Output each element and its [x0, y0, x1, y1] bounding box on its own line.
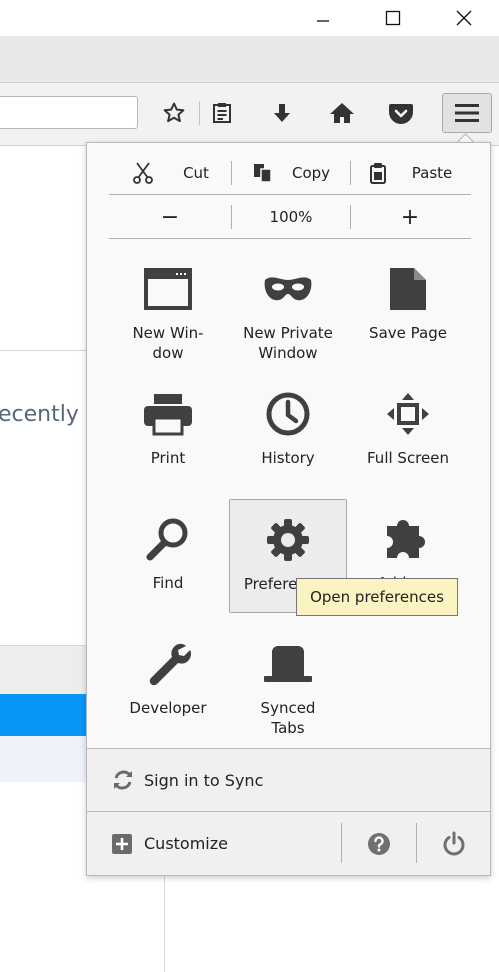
help-button[interactable] [342, 812, 416, 875]
sync-icon [114, 770, 132, 790]
power-icon [443, 831, 464, 855]
puzzle-icon [387, 520, 425, 558]
fullscreen-icon [387, 393, 429, 435]
synced-tabs-label-line2: Tabs [271, 719, 305, 737]
main-menu-panel: Cut Copy Paste − 100% + New Win- dow New… [86, 142, 491, 876]
zoom-in-button[interactable]: + [351, 205, 469, 230]
edit-controls: Cut Copy Paste [109, 155, 471, 191]
zoom-out-label: − [160, 204, 180, 230]
cut-label: Cut [183, 164, 209, 182]
synced-tabs-icon [264, 646, 312, 682]
reading-list-button[interactable] [207, 98, 237, 128]
find-button[interactable]: Find [109, 507, 227, 619]
gear-icon [267, 519, 309, 561]
zoom-controls: − 100% + [109, 199, 471, 235]
print-label: Print [150, 449, 186, 467]
star-icon [163, 102, 185, 123]
full-screen-button[interactable]: Full Screen [349, 382, 467, 494]
new-private-window-label: New Private [243, 324, 333, 342]
customize-plus-icon [112, 833, 132, 854]
paste-label: Paste [411, 164, 453, 182]
pocket-button[interactable] [386, 98, 416, 128]
save-page-icon [390, 268, 426, 310]
paste-button[interactable]: Paste [351, 161, 469, 185]
close-button[interactable] [441, 0, 487, 36]
maximize-button[interactable] [370, 0, 416, 36]
downloads-button[interactable] [267, 98, 297, 128]
tab-strip [0, 36, 499, 83]
find-label: Find [152, 574, 184, 592]
save-page-label: Save Page [369, 324, 447, 342]
home-icon [330, 103, 354, 123]
full-screen-label: Full Screen [367, 449, 449, 467]
minimize-icon [317, 20, 329, 22]
synced-tabs-label: Synced [260, 699, 316, 717]
bookmark-star-button[interactable] [159, 98, 189, 128]
page-partial-text: ecently [0, 402, 79, 427]
close-icon [456, 10, 472, 26]
reading-list-icon [213, 103, 231, 123]
maximize-icon [385, 10, 401, 26]
scissors-icon [133, 162, 153, 184]
new-window-icon [144, 268, 192, 310]
private-mask-icon [264, 277, 312, 301]
magnifier-icon [146, 518, 188, 561]
sign-in-to-sync-label: Sign in to Sync [144, 770, 264, 790]
new-window-button[interactable]: New Win- dow [109, 257, 227, 369]
copy-button[interactable]: Copy [232, 162, 350, 184]
save-page-button[interactable]: Save Page [349, 257, 467, 369]
zoom-reset-button[interactable]: 100% [232, 208, 350, 226]
page-selected-row[interactable] [0, 694, 86, 736]
copy-label: Copy [291, 164, 331, 182]
zoom-in-label: + [400, 204, 420, 230]
quit-button[interactable] [417, 812, 490, 875]
developer-button[interactable]: Developer [109, 632, 227, 744]
url-bar[interactable] [0, 96, 138, 129]
preferences-tooltip: Open preferences [296, 578, 458, 616]
customize-button[interactable]: Customize [87, 812, 341, 875]
page-column-divider [164, 876, 165, 972]
synced-tabs-button[interactable]: Synced Tabs [229, 632, 347, 744]
page-gray-row [0, 645, 86, 695]
customize-label: Customize [144, 834, 228, 853]
new-private-window-label-line2: Window [258, 344, 318, 362]
page-divider [0, 350, 86, 351]
new-window-label: New Win- [132, 324, 204, 342]
zoom-out-button[interactable]: − [109, 205, 231, 230]
home-button[interactable] [327, 98, 357, 128]
minimize-button[interactable] [300, 0, 346, 36]
developer-label: Developer [129, 699, 207, 717]
zoom-level: 100% [269, 208, 313, 226]
sign-in-to-sync-button[interactable]: Sign in to Sync [87, 749, 490, 811]
open-menu-button[interactable] [442, 93, 492, 133]
history-button[interactable]: History [229, 382, 347, 494]
window-titlebar [0, 0, 499, 36]
divider [109, 194, 471, 195]
pocket-icon [389, 104, 413, 124]
history-label: History [261, 449, 315, 467]
print-button[interactable]: Print [109, 382, 227, 494]
download-icon [274, 104, 290, 122]
printer-icon [144, 394, 192, 436]
divider [109, 238, 471, 239]
toolbar-separator [199, 101, 200, 125]
page-light-row[interactable] [0, 736, 86, 782]
hamburger-menu-icon [455, 104, 479, 122]
cut-button[interactable]: Cut [109, 161, 231, 185]
clock-icon [266, 392, 310, 436]
wrench-icon [149, 643, 192, 686]
new-window-label-line2: dow [152, 344, 184, 362]
new-private-window-button[interactable]: New Private Window [229, 257, 347, 369]
clipboard-icon [369, 163, 386, 184]
help-icon [368, 832, 390, 855]
copy-icon [253, 164, 272, 183]
